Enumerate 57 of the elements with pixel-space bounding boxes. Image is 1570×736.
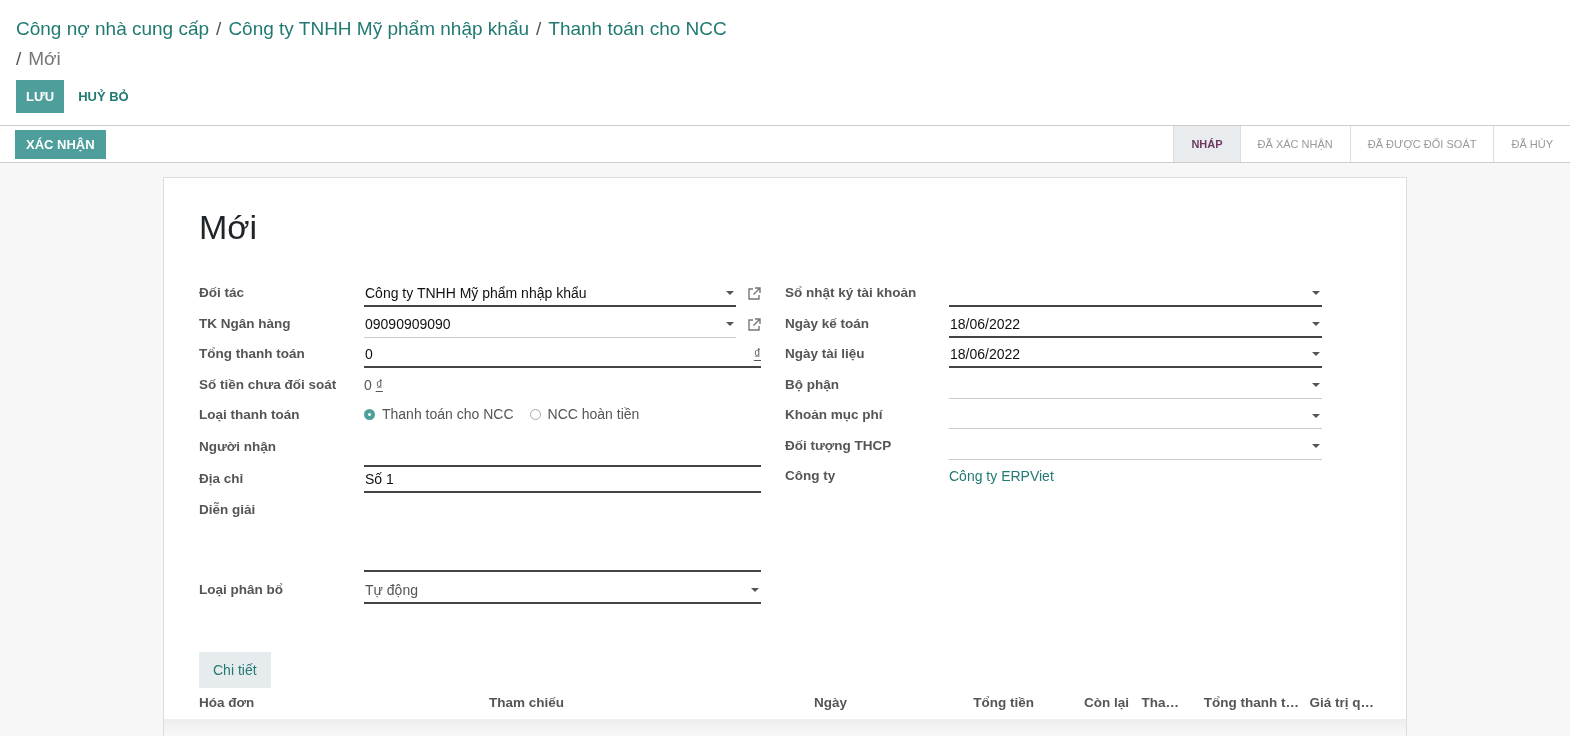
column-header[interactable]: Còn lại (1034, 695, 1129, 719)
record-title: Mới (199, 208, 259, 247)
breadcrumb-current: Mới (28, 47, 61, 71)
column-header[interactable]: Giá trị q… (1299, 695, 1374, 719)
field-label: Diễn giải (199, 500, 257, 519)
column-header[interactable]: Tham chiếu (489, 695, 814, 719)
column-header[interactable]: Tổng thanh t… (1179, 695, 1299, 719)
company-link[interactable]: Công ty ERPViet (949, 464, 1054, 484)
breadcrumb-link[interactable]: Thanh toán cho NCC (548, 14, 727, 44)
field-label: Khoản mục phí (785, 406, 884, 424)
field-label: Bộ phận (785, 375, 840, 394)
dropdown-field[interactable]: 18/06/2022 (949, 311, 1322, 338)
field-label: Loại phân bổ (199, 580, 284, 599)
column-header[interactable]: Tổng tiền (944, 695, 1034, 719)
field-label: Đối tượng THCP (785, 436, 893, 455)
input-field[interactable]: Số 1 (364, 467, 761, 493)
caret-icon (726, 322, 734, 326)
external-link-icon[interactable] (747, 317, 761, 332)
dropdown-field[interactable]: Tự động (364, 577, 761, 604)
field-label: Người nhận (199, 438, 278, 456)
field-label: Ngày kế toán (785, 314, 871, 333)
field-label: Loại thanh toán (199, 406, 301, 424)
breadcrumb-separator: / (216, 17, 222, 41)
breadcrumb-link[interactable]: Công nợ nhà cung cấp (16, 14, 210, 44)
column-header[interactable]: Tha… (1129, 695, 1179, 719)
caret-icon (1312, 413, 1320, 418)
field-label: TK Ngân hàng (199, 314, 292, 333)
breadcrumb-link[interactable]: Công ty TNHH Mỹ phẩm nhập khẩu (228, 14, 529, 44)
radio-option[interactable]: Thanh toán cho NCC (364, 406, 514, 422)
field-label: Số tiền chưa đối soát (199, 375, 338, 394)
caret-icon (726, 291, 734, 295)
caret-icon (1312, 321, 1320, 326)
caret-icon (751, 587, 759, 592)
details-tab[interactable]: Chi tiết (199, 652, 271, 688)
dropdown-field[interactable]: Công ty TNHH Mỹ phẩm nhập khẩu (364, 281, 736, 307)
field-label: Sổ nhật ký tài khoản (785, 284, 918, 302)
field-label: Tổng thanh toán (199, 345, 306, 363)
input-field[interactable]: 0 ₫ (364, 342, 761, 368)
field-label: Địa chỉ (199, 470, 245, 488)
column-header[interactable]: Hóa đơn (199, 695, 489, 719)
radio-option[interactable]: NCC hoàn tiền (529, 406, 640, 422)
column-header[interactable]: Ngày (814, 695, 944, 719)
field-label: Công ty (785, 467, 837, 485)
status-step[interactable]: NHÁP (1173, 126, 1240, 162)
breadcrumb-separator: / (536, 17, 542, 41)
dropdown-field[interactable]: 09090909090 (364, 311, 736, 338)
field-label: Ngày tài liệu (785, 345, 866, 363)
caret-icon (1312, 383, 1320, 387)
discard-button[interactable]: HUỶ BỎ (64, 80, 143, 113)
external-link-icon[interactable] (747, 287, 761, 301)
caret-icon (1312, 291, 1320, 295)
breadcrumb-separator: / (16, 47, 22, 71)
field-value: 0 ₫ (364, 375, 383, 393)
dropdown-field[interactable]: 18/06/2022 (949, 342, 1322, 368)
caret-icon (1312, 444, 1320, 448)
field-label: Đối tác (199, 284, 245, 302)
caret-icon (1312, 352, 1320, 356)
